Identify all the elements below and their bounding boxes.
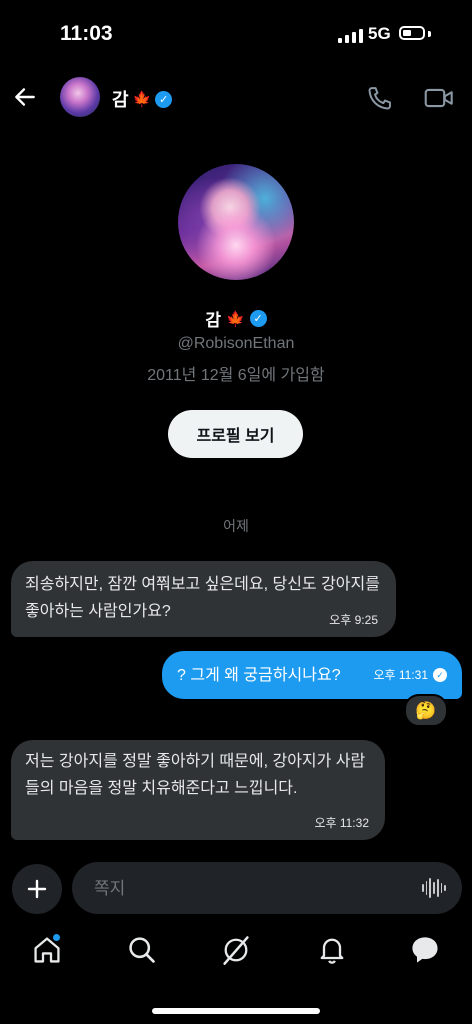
thinking-face-emoji: 🤔 [415, 700, 437, 720]
plus-icon [27, 879, 47, 899]
voice-message-icon[interactable] [422, 877, 447, 899]
message-text: ? 그게 왜 궁금하시나요? [177, 666, 341, 684]
message-time: 오후 11:31 [373, 668, 428, 682]
phone-call-icon[interactable] [366, 84, 394, 112]
add-attachment-button[interactable] [12, 864, 62, 914]
maple-leaf-emoji: 🍁 [225, 310, 245, 328]
maple-leaf-emoji: 🍁 [132, 91, 152, 108]
header-avatar[interactable] [60, 77, 100, 117]
profile-avatar[interactable] [178, 164, 294, 280]
message-composer[interactable] [72, 862, 462, 916]
message-bubble-outgoing[interactable]: ? 그게 왜 궁금하시나요? 오후 11:31 ✓ [162, 651, 462, 699]
profile-handle: @RobisonEthan [177, 335, 295, 352]
network-type: 5G [368, 24, 391, 43]
messages-icon[interactable] [409, 934, 441, 966]
profile-name: 감 🍁 ✓ [0, 306, 472, 331]
message-time: 오후 9:25 [329, 613, 378, 627]
search-icon[interactable] [126, 934, 158, 966]
video-call-icon[interactable] [424, 85, 454, 111]
message-text: 저는 강아지를 정말 좋아하기 때문에, 강아지가 사람들의 마음을 정말 치유… [25, 753, 366, 797]
signal-icon [338, 27, 363, 43]
profile-name-text: 감 [205, 311, 221, 330]
header-name[interactable]: 감 🍁 ✓ [112, 86, 173, 112]
message-text: 죄송하지만, 잠깐 여쭤보고 싶은데요, 당신도 강아지를 좋아하는 사람인가요… [25, 576, 380, 620]
message-bubble-incoming[interactable]: 죄송하지만, 잠깐 여쭤보고 싶은데요, 당신도 강아지를 좋아하는 사람인가요… [11, 561, 396, 637]
status-time: 11:03 [60, 22, 113, 45]
profile-joined-date: 2011년 12월 6일에 가입함 [147, 367, 325, 384]
verified-badge-icon: ✓ [249, 310, 267, 327]
battery-tip [428, 31, 431, 37]
message-time: 오후 11:32 [314, 816, 369, 830]
read-receipt-icon: ✓ [433, 668, 447, 682]
view-profile-button[interactable]: 프로필 보기 [168, 410, 303, 458]
message-reaction[interactable]: 🤔 [404, 694, 448, 727]
grok-icon[interactable] [220, 934, 252, 966]
header-name-text: 감 [112, 90, 129, 110]
home-indicator [152, 1008, 320, 1014]
back-arrow-icon[interactable] [12, 84, 38, 110]
day-separator: 어제 [223, 518, 249, 534]
battery-icon [399, 26, 425, 40]
message-bubble-incoming[interactable]: 저는 강아지를 정말 좋아하기 때문에, 강아지가 사람들의 마음을 정말 치유… [11, 740, 385, 840]
verified-badge-icon: ✓ [155, 90, 173, 108]
notification-dot [53, 934, 60, 941]
message-input[interactable] [92, 862, 416, 916]
notifications-bell-icon[interactable] [316, 934, 348, 966]
